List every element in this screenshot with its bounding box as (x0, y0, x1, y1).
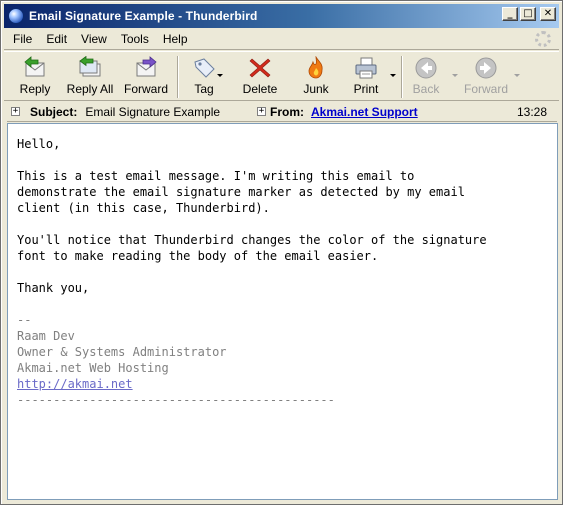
print-button[interactable]: Print (349, 56, 383, 100)
menu-file[interactable]: File (4, 30, 39, 48)
back-arrow-icon (413, 56, 439, 80)
printer-icon (353, 56, 379, 80)
expand-from-icon[interactable]: + (257, 107, 266, 116)
print-dropdown-arrow-icon[interactable] (390, 74, 396, 77)
junk-button[interactable]: Junk (298, 55, 334, 100)
toolbar-separator (401, 56, 403, 98)
signature-url-link[interactable]: http://akmai.net (17, 377, 133, 391)
greeting-text: Hello, (17, 137, 61, 151)
maximize-button[interactable]: □ (520, 7, 536, 21)
message-header: + Subject: Email Signature Example + Fro… (7, 102, 557, 122)
signature-block: -- Raam Dev Owner & Systems Administrato… (17, 312, 548, 408)
forward-nav-label: Forward (463, 82, 508, 96)
print-label: Print (353, 82, 379, 96)
body-paragraph-2: You'll notice that Thunderbird changes t… (17, 233, 487, 263)
menu-tools[interactable]: Tools (114, 30, 156, 48)
reply-all-icon (77, 55, 103, 80)
back-label: Back (412, 82, 440, 96)
window-title: Email Signature Example - Thunderbird (29, 9, 258, 23)
forward-nav-dropdown-arrow-icon[interactable] (514, 74, 520, 77)
expand-subject-icon[interactable]: + (11, 107, 20, 116)
mail-toolbar: Reply Reply All Forward Tag Delete Junk … (4, 51, 559, 101)
title-bar[interactable]: Email Signature Example - Thunderbird _ … (4, 4, 559, 28)
menu-help[interactable]: Help (156, 30, 195, 48)
menu-bar: File Edit View Tools Help (4, 29, 559, 50)
signature-rule: ----------------------------------------… (17, 393, 335, 407)
tag-button[interactable]: Tag (186, 56, 222, 100)
body-paragraph-1: This is a test email message. I'm writin… (17, 169, 465, 215)
forward-button[interactable]: Forward (122, 56, 170, 100)
forward-arrow-icon (473, 56, 499, 80)
tag-icon (191, 56, 217, 80)
junk-label: Junk (303, 82, 329, 96)
junk-flame-icon (303, 55, 329, 80)
delete-button[interactable]: Delete (240, 56, 280, 100)
activity-throbber-icon (535, 31, 551, 47)
menu-edit[interactable]: Edit (39, 30, 74, 48)
forward-label: Forward (123, 82, 168, 96)
from-label: From: (270, 105, 304, 119)
close-button[interactable]: ✕ (540, 7, 556, 21)
message-body[interactable]: Hello, This is a test email message. I'm… (7, 123, 558, 500)
signature-company: Akmai.net Web Hosting (17, 361, 169, 375)
thunderbird-window: Email Signature Example - Thunderbird _ … (0, 0, 563, 505)
tag-dropdown-arrow-icon[interactable] (217, 74, 223, 77)
message-time: 13:28 (516, 105, 547, 119)
menu-view[interactable]: View (74, 30, 114, 48)
thunderbird-icon (8, 8, 24, 24)
reply-icon (22, 56, 48, 80)
signature-name: Raam Dev (17, 329, 75, 343)
from-link[interactable]: Akmai.net Support (311, 105, 418, 119)
reply-all-label: Reply All (66, 82, 114, 96)
back-button[interactable]: Back (408, 56, 444, 100)
window-controls: _ □ ✕ (502, 7, 556, 21)
signature-marker: -- (17, 313, 32, 327)
forward-icon (133, 56, 159, 80)
closing-text: Thank you, (17, 281, 90, 295)
delete-label: Delete (242, 82, 278, 96)
minimize-button[interactable]: _ (502, 7, 518, 21)
delete-icon (247, 56, 273, 80)
forward-nav-button[interactable]: Forward (463, 56, 509, 100)
reply-all-button[interactable]: Reply All (64, 55, 116, 100)
subject-value: Email Signature Example (85, 104, 221, 119)
back-dropdown-arrow-icon[interactable] (452, 74, 458, 77)
signature-role: Owner & Systems Administrator (17, 345, 227, 359)
toolbar-separator (177, 56, 179, 98)
tag-label: Tag (194, 82, 214, 96)
reply-button[interactable]: Reply (12, 56, 58, 100)
subject-label: Subject: (30, 104, 78, 119)
reply-label: Reply (19, 82, 51, 96)
